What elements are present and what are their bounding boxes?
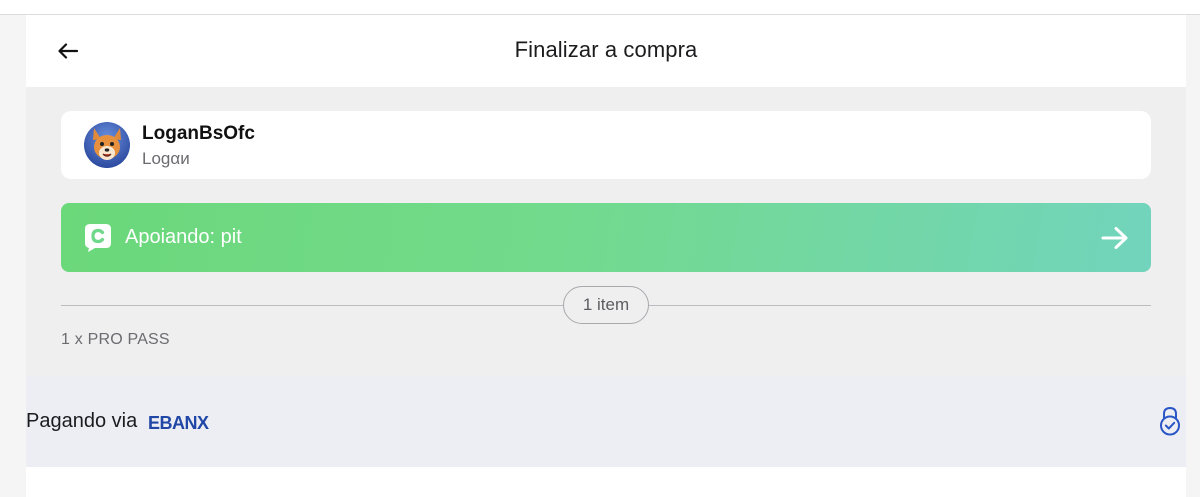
lock-check-icon[interactable] — [1158, 406, 1182, 436]
checkout-sheet: Finalizar a compra LoganBsOfc Lᴏgαи Apoi… — [26, 15, 1186, 497]
order-line-item: 1 x PRO PASS — [61, 331, 170, 348]
right-arrow-icon — [1101, 227, 1128, 249]
avatar — [84, 122, 130, 168]
support-label: Apoiando: pit — [125, 226, 242, 248]
checkout-header: Finalizar a compra — [26, 15, 1186, 87]
support-c-logo-icon — [85, 224, 111, 252]
bottom-area — [26, 467, 1186, 497]
svg-text:EBANX: EBANX — [148, 413, 209, 431]
items-count-badge: 1 item — [563, 286, 649, 324]
creator-subtitle: Lᴏgαи — [142, 149, 190, 168]
support-creator-banner[interactable]: Apoiando: pit — [61, 203, 1151, 272]
fox-avatar — [84, 122, 130, 168]
payment-label: Pagando via — [26, 410, 138, 432]
page-title: Finalizar a compra — [514, 37, 698, 62]
top-strip — [0, 0, 1200, 15]
payment-method-bar: Pagando via EBANX — [26, 376, 1186, 467]
creator-card[interactable]: LoganBsOfc Lᴏgαи — [61, 111, 1151, 179]
ebanx-logo: EBANX — [148, 413, 210, 431]
creator-name: LoganBsOfc — [142, 123, 255, 144]
